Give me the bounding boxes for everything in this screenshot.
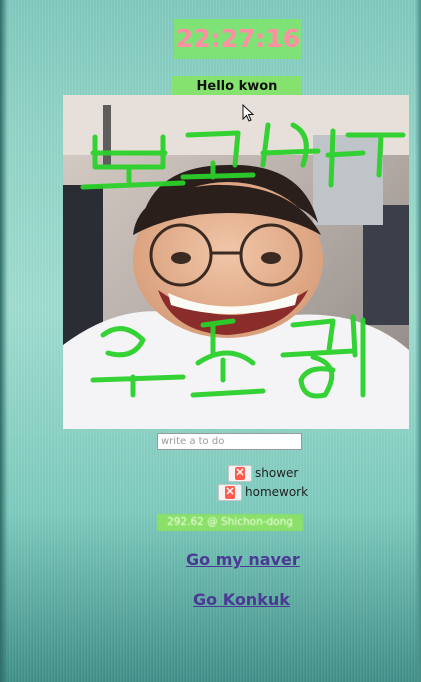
todo-label: homework bbox=[245, 485, 309, 499]
todo-item-homework: ✕ homework bbox=[218, 483, 308, 501]
close-icon: ✕ bbox=[225, 485, 235, 499]
mouse-cursor-icon bbox=[242, 104, 255, 122]
screen-edge-left bbox=[0, 0, 8, 682]
todo-label: shower bbox=[255, 466, 299, 480]
background-photo bbox=[63, 95, 409, 429]
screen-edge-right bbox=[415, 0, 421, 682]
delete-todo-button[interactable]: ✕ bbox=[228, 464, 252, 482]
konkuk-link[interactable]: Go Konkuk bbox=[193, 590, 290, 609]
photo-illustration bbox=[63, 95, 409, 429]
delete-todo-button[interactable]: ✕ bbox=[218, 483, 242, 501]
clock: 22:27:16 bbox=[174, 19, 302, 59]
close-icon: ✕ bbox=[235, 466, 245, 480]
todo-item-shower: ✕ shower bbox=[228, 464, 298, 482]
naver-link[interactable]: Go my naver bbox=[186, 550, 300, 569]
greeting: Hello kwon bbox=[172, 76, 302, 97]
weather-info: 292.62 @ Shichon-dong bbox=[157, 514, 303, 531]
todo-input[interactable] bbox=[157, 433, 302, 450]
